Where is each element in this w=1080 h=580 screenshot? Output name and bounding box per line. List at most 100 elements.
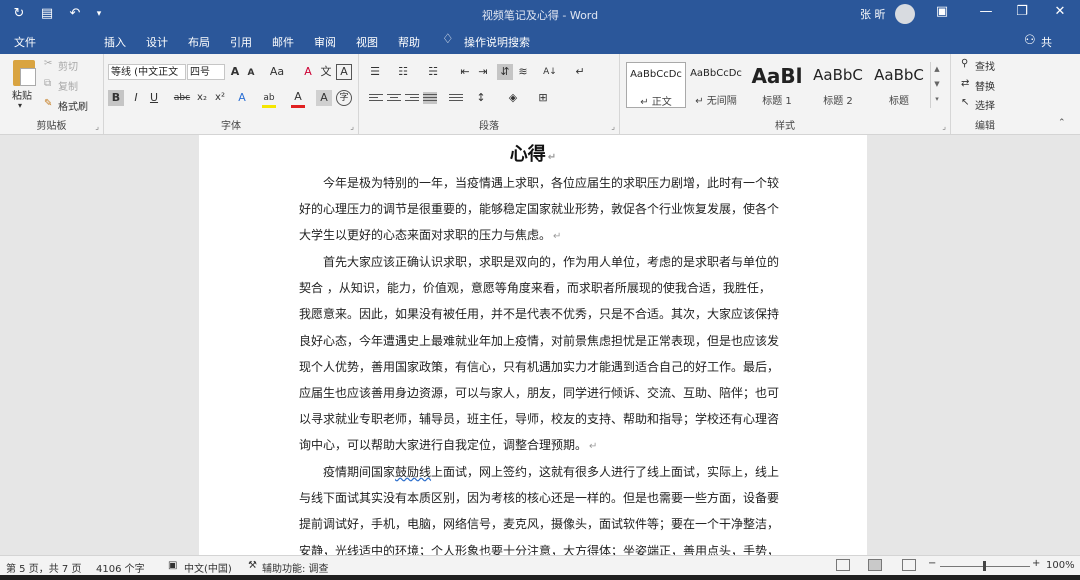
bullets-icon[interactable]: ☰: [367, 64, 383, 80]
styles-gallery-scroll[interactable]: ▲ ▼ ▾: [930, 62, 943, 108]
subscript-button[interactable]: x₂: [194, 90, 210, 106]
paragraph-line[interactable]: 现个人优势，善用国家政策，有信心，只有机遇加实力才能遇到适合自己的好工作。最后，: [299, 354, 779, 380]
document-paragraph[interactable]: 疫情期间国家鼓励线上面试，网上签约，这就有很多人进行了线上面试，实际上，线上 与线…: [299, 459, 779, 564]
find-button[interactable]: 查找: [975, 58, 995, 73]
text-effects-button[interactable]: A: [234, 90, 250, 106]
page-count[interactable]: 第 5 页，共 7 页: [6, 560, 81, 575]
font-color-button[interactable]: A: [290, 89, 306, 105]
paragraph-line[interactable]: 今年是极为特别的一年，当疫情遇上求职，各位应届生的求职压力剧增，此时有一个较: [299, 170, 779, 196]
style-no-spacing[interactable]: AaBbCcDc ↵ 无间隔: [687, 62, 745, 107]
style-title[interactable]: AaBbC 标题: [870, 62, 928, 107]
more-icon[interactable]: ▾: [931, 92, 943, 107]
change-case-button[interactable]: Aa: [266, 64, 288, 80]
dialog-launcher-icon[interactable]: ⌟: [942, 122, 946, 131]
tab-design[interactable]: 设计: [146, 34, 168, 50]
underline-button[interactable]: U: [146, 90, 162, 106]
zoom-in-icon[interactable]: +: [1032, 558, 1040, 569]
find-icon[interactable]: ⚲: [961, 58, 968, 69]
tab-file[interactable]: 文件: [14, 34, 36, 50]
paragraph-line[interactable]: 以寻求就业专职老师，辅导员，班主任，导师，校友的支持、帮助和指导；学校还有心理咨: [299, 406, 779, 432]
read-mode-icon[interactable]: [836, 559, 850, 571]
increase-indent-icon[interactable]: ⇥: [475, 64, 491, 80]
paragraph-line[interactable]: 应届生也应该善用身边资源，可以与家人，朋友，同学进行倾诉、交流、互助、陪伴；也可: [299, 380, 779, 406]
lightbulb-icon[interactable]: ♢: [442, 32, 454, 47]
word-count[interactable]: 4106 个字: [96, 560, 145, 575]
phonetic-guide-button[interactable]: 文: [318, 64, 334, 80]
collapse-ribbon-icon[interactable]: ⌃: [1058, 118, 1066, 128]
format-painter-button[interactable]: 格式刷: [58, 98, 88, 113]
accessibility-icon[interactable]: ⚒: [248, 560, 257, 571]
language-status[interactable]: 中文(中国): [184, 560, 232, 575]
align-right-icon[interactable]: [405, 92, 419, 104]
align-center-icon[interactable]: [387, 92, 401, 104]
paragraph-line[interactable]: 首先大家应该正确认识求职，求职是双向的，作为用人单位，考虑的是求职者与单位的: [299, 249, 779, 275]
tell-me-search[interactable]: 操作说明搜索: [464, 34, 530, 50]
superscript-button[interactable]: x²: [212, 90, 228, 106]
format-painter-icon[interactable]: ✎: [44, 98, 52, 109]
chevron-up-icon[interactable]: ▲: [931, 62, 943, 77]
minimize-icon[interactable]: —: [974, 4, 998, 19]
tab-mailings[interactable]: 邮件: [272, 34, 294, 50]
avatar[interactable]: [895, 4, 915, 24]
paragraph-line[interactable]: 提前调试好，手机，电脑，网络信号，麦克风，摄像头，面试软件等；要在一个干净整洁，: [299, 511, 779, 537]
justify-icon[interactable]: [423, 92, 437, 104]
paragraph-line[interactable]: 询中心，可以帮助大家进行自我定位，调整合理预期。 ↵: [299, 432, 766, 458]
strikethrough-button[interactable]: abc: [172, 90, 192, 106]
ribbon-display-icon[interactable]: ▣: [930, 4, 954, 19]
grammar-squiggle[interactable]: 鼓励线: [395, 465, 431, 479]
proofing-icon[interactable]: ▣: [168, 560, 177, 571]
document-page[interactable]: 心得 ↵ 今年是极为特别的一年，当疫情遇上求职，各位应届生的求职压力剧增，此时有一…: [199, 135, 867, 558]
style-normal[interactable]: AaBbCcDc ↵ 正文: [626, 62, 686, 108]
person-icon[interactable]: ⚇: [1024, 33, 1036, 48]
zoom-level[interactable]: 100%: [1046, 560, 1075, 571]
shrink-font-button[interactable]: A: [243, 65, 259, 81]
tab-insert[interactable]: 插入: [104, 34, 126, 50]
align-left-icon[interactable]: [369, 92, 383, 104]
paragraph-line[interactable]: 与线下面试其实没有本质区别，因为考核的核心还是一样的。但是也需要一些方面，设备要: [299, 485, 779, 511]
web-layout-icon[interactable]: [902, 559, 916, 571]
tab-view[interactable]: 视图: [356, 34, 378, 50]
font-name-combo[interactable]: 等线 (中文正文: [108, 64, 186, 80]
style-heading-2[interactable]: AaBbC 标题 2: [809, 62, 867, 107]
cut-button[interactable]: 剪切: [58, 58, 78, 73]
decrease-indent-icon[interactable]: ⇤: [457, 64, 473, 80]
paragraph-line[interactable]: 疫情期间国家鼓励线上面试，网上签约，这就有很多人进行了线上面试，实际上，线上: [299, 459, 779, 485]
enclose-char-button[interactable]: 字: [336, 90, 352, 106]
zoom-slider-thumb[interactable]: [983, 561, 986, 571]
document-paragraph[interactable]: 今年是极为特别的一年，当疫情遇上求职，各位应届生的求职压力剧增，此时有一个较 好的…: [299, 170, 779, 249]
sort-button[interactable]: A↓: [539, 64, 561, 80]
asian-layout-icon[interactable]: ≋: [515, 64, 531, 80]
italic-button[interactable]: I: [128, 90, 144, 106]
show-marks-button[interactable]: ↵: [569, 64, 591, 80]
font-size-combo[interactable]: 四号: [187, 64, 225, 80]
restore-icon[interactable]: ❐: [1010, 4, 1034, 19]
paste-dropdown-icon[interactable]: ▾: [18, 101, 22, 110]
paragraph-line[interactable]: 我愿意来。因此，如果没有被任用，并不是代表不优秀，只是不合适。其次，大家应该保持: [299, 301, 779, 327]
select-button[interactable]: 选择: [975, 97, 995, 112]
dialog-launcher-icon[interactable]: ⌟: [95, 122, 99, 131]
line-spacing-icon[interactable]: ↕: [473, 90, 489, 106]
grow-font-button[interactable]: A: [227, 64, 243, 80]
bold-button[interactable]: B: [108, 90, 124, 106]
replace-button[interactable]: 替换: [975, 78, 995, 93]
dialog-launcher-icon[interactable]: ⌟: [350, 122, 354, 131]
highlight-button[interactable]: ab: [260, 90, 278, 106]
clear-format-button[interactable]: A: [300, 64, 316, 80]
char-shading-button[interactable]: A: [316, 90, 332, 106]
copy-icon[interactable]: ⧉: [44, 78, 51, 89]
paragraph-line[interactable]: 大学生以更好的心态来面对求职的压力与焦虑。 ↵: [299, 222, 766, 248]
chevron-down-icon[interactable]: ▼: [931, 77, 943, 92]
tab-layout[interactable]: 布局: [188, 34, 210, 50]
document-paragraph[interactable]: 首先大家应该正确认识求职，求职是双向的，作为用人单位，考虑的是求职者与单位的 契合…: [299, 249, 779, 459]
char-border-button[interactable]: A: [336, 64, 352, 80]
share-button[interactable]: 共: [1041, 34, 1052, 50]
tab-help[interactable]: 帮助: [398, 34, 420, 50]
distributed-icon[interactable]: [449, 92, 463, 104]
paragraph-line[interactable]: 良好心态，今年遭遇史上最难就业年加上疫情，对前景焦虑担忧是正常表现，但是也应该发: [299, 328, 779, 354]
document-heading[interactable]: 心得 ↵: [199, 140, 867, 166]
replace-icon[interactable]: ⇄: [961, 78, 969, 89]
style-heading-1[interactable]: AaBl 标题 1: [748, 62, 806, 107]
chinese-layout-icon[interactable]: ⇵: [497, 64, 513, 80]
tab-references[interactable]: 引用: [230, 34, 252, 50]
dialog-launcher-icon[interactable]: ⌟: [611, 122, 615, 131]
